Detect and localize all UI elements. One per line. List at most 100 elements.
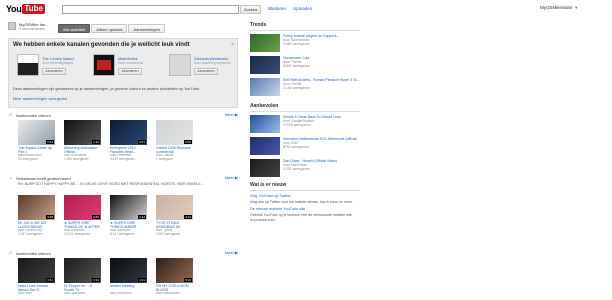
video-thumbnail[interactable] <box>250 78 280 96</box>
close-icon[interactable]: × <box>231 42 234 48</box>
video-thumbnail[interactable] <box>250 56 280 74</box>
video-title[interactable]: Catchit 1026 Rousque commercial <box>156 146 193 154</box>
subscription-icon: ◔ <box>9 175 12 181</box>
video-title[interactable]: ★ SUPER DIRE THINGS DC ★ AFTER SEA <box>64 221 101 229</box>
video-title[interactable]: Emergenie 2012 Flandres Head... <box>110 146 147 154</box>
featured-title: Aanbevolen <box>250 103 360 112</box>
trend-item: Homemade Cola door TheNe 5.847 weergaven <box>250 56 360 75</box>
channel-owner: door machinima <box>118 61 143 65</box>
video-title[interactable]: OH MY GOD A MOM BLOGS <box>156 284 193 292</box>
section-title[interactable]: Aanbevolen video's <box>16 251 51 256</box>
video-title[interactable]: Tyfo Impact Game Up Part 1 <box>18 146 55 154</box>
section-title[interactable]: Sebastiaan heeft geabonneerd <box>16 176 71 181</box>
search-input[interactable] <box>62 5 239 14</box>
channel-thumbnail[interactable] <box>93 54 115 76</box>
video-views: 5.847 weergaven <box>283 64 310 69</box>
video-views: 1.290 weergaven <box>64 156 89 161</box>
section-header: ◔ Sebastiaan heeft geabonneerd Meer ▶ <box>8 175 238 181</box>
section-title[interactable]: Aanbevolen video's <box>16 113 51 118</box>
trend-item: Funny football players on Coppa A... doo… <box>250 34 360 53</box>
whats-new: Wat is er nieuw Volg YouTube op Twitter … <box>250 182 360 223</box>
video-duration: 2:57 <box>138 140 146 144</box>
video-item: 5:10 OH MY GOD A MOM BLOGS door sheoutdo… <box>156 258 193 296</box>
subscribe-button[interactable]: Abonneren <box>194 68 218 75</box>
video-thumbnail[interactable]: 5:10 <box>156 258 193 283</box>
more-link[interactable]: Meer ▶ <box>225 250 238 255</box>
chevron-down-icon: ▼ <box>574 5 579 10</box>
video-item: 5:51 Tyfo Impact Game Up Part 1 aanbevol… <box>18 120 55 162</box>
logo-you: You <box>6 4 22 14</box>
video-title[interactable]: ★ SUPER DIRE THINGS AMBER FUFFER ★ <box>110 221 147 229</box>
video-item: 0:31 Dr Pepper ad ... O Scrath TV door o… <box>64 258 101 296</box>
video-duration: 3:48 <box>46 215 54 219</box>
video-thumbnail[interactable]: 5:51 <box>18 120 55 145</box>
video-item: 4:21 Marker Meeting door markerpro <box>110 258 147 296</box>
channel-thumbnail[interactable] <box>169 54 191 76</box>
video-thumbnail[interactable]: 3:51 <box>18 258 55 283</box>
twitter-text: Volg ons op Twitter voor het laatste nie… <box>250 200 353 204</box>
featured-item: Simple & Clean Back To School Lens door … <box>250 115 360 134</box>
video-duration: 3:51 <box>46 278 54 282</box>
video-views: 37920 weergaven <box>283 123 311 128</box>
video-thumbnail[interactable]: 3:50 <box>64 195 101 220</box>
upload-link[interactable]: Uploaden <box>293 6 312 11</box>
tab-recommendations[interactable]: Aanbevelingen <box>128 24 165 33</box>
video-thumbnail[interactable] <box>250 159 280 177</box>
trend-item: Self-Ride Andrew - Roman Pleasure Boxer … <box>250 78 360 97</box>
account-name: MyGEMikeSaint <box>540 5 573 10</box>
account-menu[interactable]: MyGEMikeSaint ▼ <box>540 5 578 10</box>
video-thumbnail[interactable]: 3:48 <box>18 195 55 220</box>
more-recommendations-link[interactable]: Meer aanbevelingen weergeven <box>13 97 67 101</box>
featured-item: Dan Didas - Nenshi (Official Video) door… <box>250 159 360 178</box>
video-views: 3.580 weergaven <box>283 42 310 47</box>
video-title[interactable]: ZE SUCK WE DIE LUCKS BEING! <box>18 221 55 229</box>
search-button[interactable]: Zoeken <box>240 5 261 14</box>
video-thumbnail[interactable]: 0:50 <box>156 120 193 145</box>
video-item: 2:44 ★ SUPER DIRE THINGS AMBER FUFFER ★ … <box>110 195 147 237</box>
video-thumbnail[interactable] <box>250 137 280 155</box>
mobile-site-link[interactable]: De nieuwe mobiele YouTube site <box>250 207 360 211</box>
channel-recommendations: We hebben enkele kanalen gevonden die je… <box>8 38 238 108</box>
video-thumbnail[interactable]: 4:12 <box>156 195 193 220</box>
video-views: 4.900 weergaven <box>156 231 181 236</box>
video-views: 3.412 weergaven <box>110 156 135 161</box>
video-thumbnail[interactable] <box>250 115 280 133</box>
youtube-logo[interactable]: You Tube <box>6 3 45 15</box>
video-row: 3:48 ZE SUCK WE DIE LUCKS BEING! door Su… <box>18 195 238 237</box>
video-item: 3:51 Halta Lines Jerusal Ateson Ear O...… <box>18 258 55 296</box>
more-link[interactable]: Meer ▶ <box>225 112 238 117</box>
video-views: 1.087 weergaven <box>18 231 43 236</box>
recommendations-title: We hebben enkele kanalen gevonden die je… <box>13 42 190 48</box>
video-author: door opscratch <box>64 292 86 295</box>
subscribe-button[interactable]: Abonneren <box>118 68 142 75</box>
video-title[interactable]: Dr Pepper ad ... O Scrath TV <box>64 284 101 292</box>
user-subscriptions: 0 abonnementen <box>19 27 46 31</box>
video-views: 8.217 weergaven <box>110 231 135 236</box>
star-icon: ☆ <box>8 112 13 117</box>
channel-card: DiscoveryNetworks door discoverynetworks… <box>169 54 241 82</box>
more-link[interactable]: Meer ▶ <box>225 175 238 180</box>
channel-owner: door discoverynetworks <box>194 61 231 65</box>
twitter-link[interactable]: Volg YouTube op Twitter <box>250 194 360 198</box>
video-title[interactable]: TYCE STEALE ASSEMBLE DE TERRORBOOK <box>156 221 193 229</box>
video-title[interactable]: Halta Lines Jerusal Ateson Ear O... <box>18 284 55 292</box>
video-thumbnail[interactable] <box>250 34 280 52</box>
tab-all-activity[interactable]: Alle activiteit <box>58 24 91 33</box>
video-thumbnail[interactable]: 0:31 <box>64 258 101 283</box>
browse-link[interactable]: Bladeren <box>268 6 286 11</box>
avatar[interactable] <box>8 22 16 30</box>
whats-new-title: Wat is er nieuw <box>250 182 360 191</box>
video-duration: 5:10 <box>184 278 192 282</box>
video-thumbnail[interactable]: 4:21 <box>110 258 147 283</box>
subscribe-button[interactable]: Abonneren <box>42 68 66 75</box>
video-thumbnail[interactable]: 2:57 <box>110 120 147 145</box>
video-title[interactable]: Aflevering Adrenaline Official... <box>64 146 101 154</box>
channel-thumbnail[interactable] <box>17 54 39 76</box>
video-author: door lines <box>18 292 32 295</box>
video-thumbnail[interactable]: 2:44 <box>110 195 147 220</box>
featured-item: Sensation Netherlands 2011 Aftermovie (o… <box>250 137 360 156</box>
video-duration: 3:50 <box>92 215 100 219</box>
tab-uploads-only[interactable]: Alleen uploads <box>91 24 128 33</box>
video-title[interactable]: Marker Meeting <box>110 284 147 292</box>
video-thumbnail[interactable]: 1:22 <box>64 120 101 145</box>
